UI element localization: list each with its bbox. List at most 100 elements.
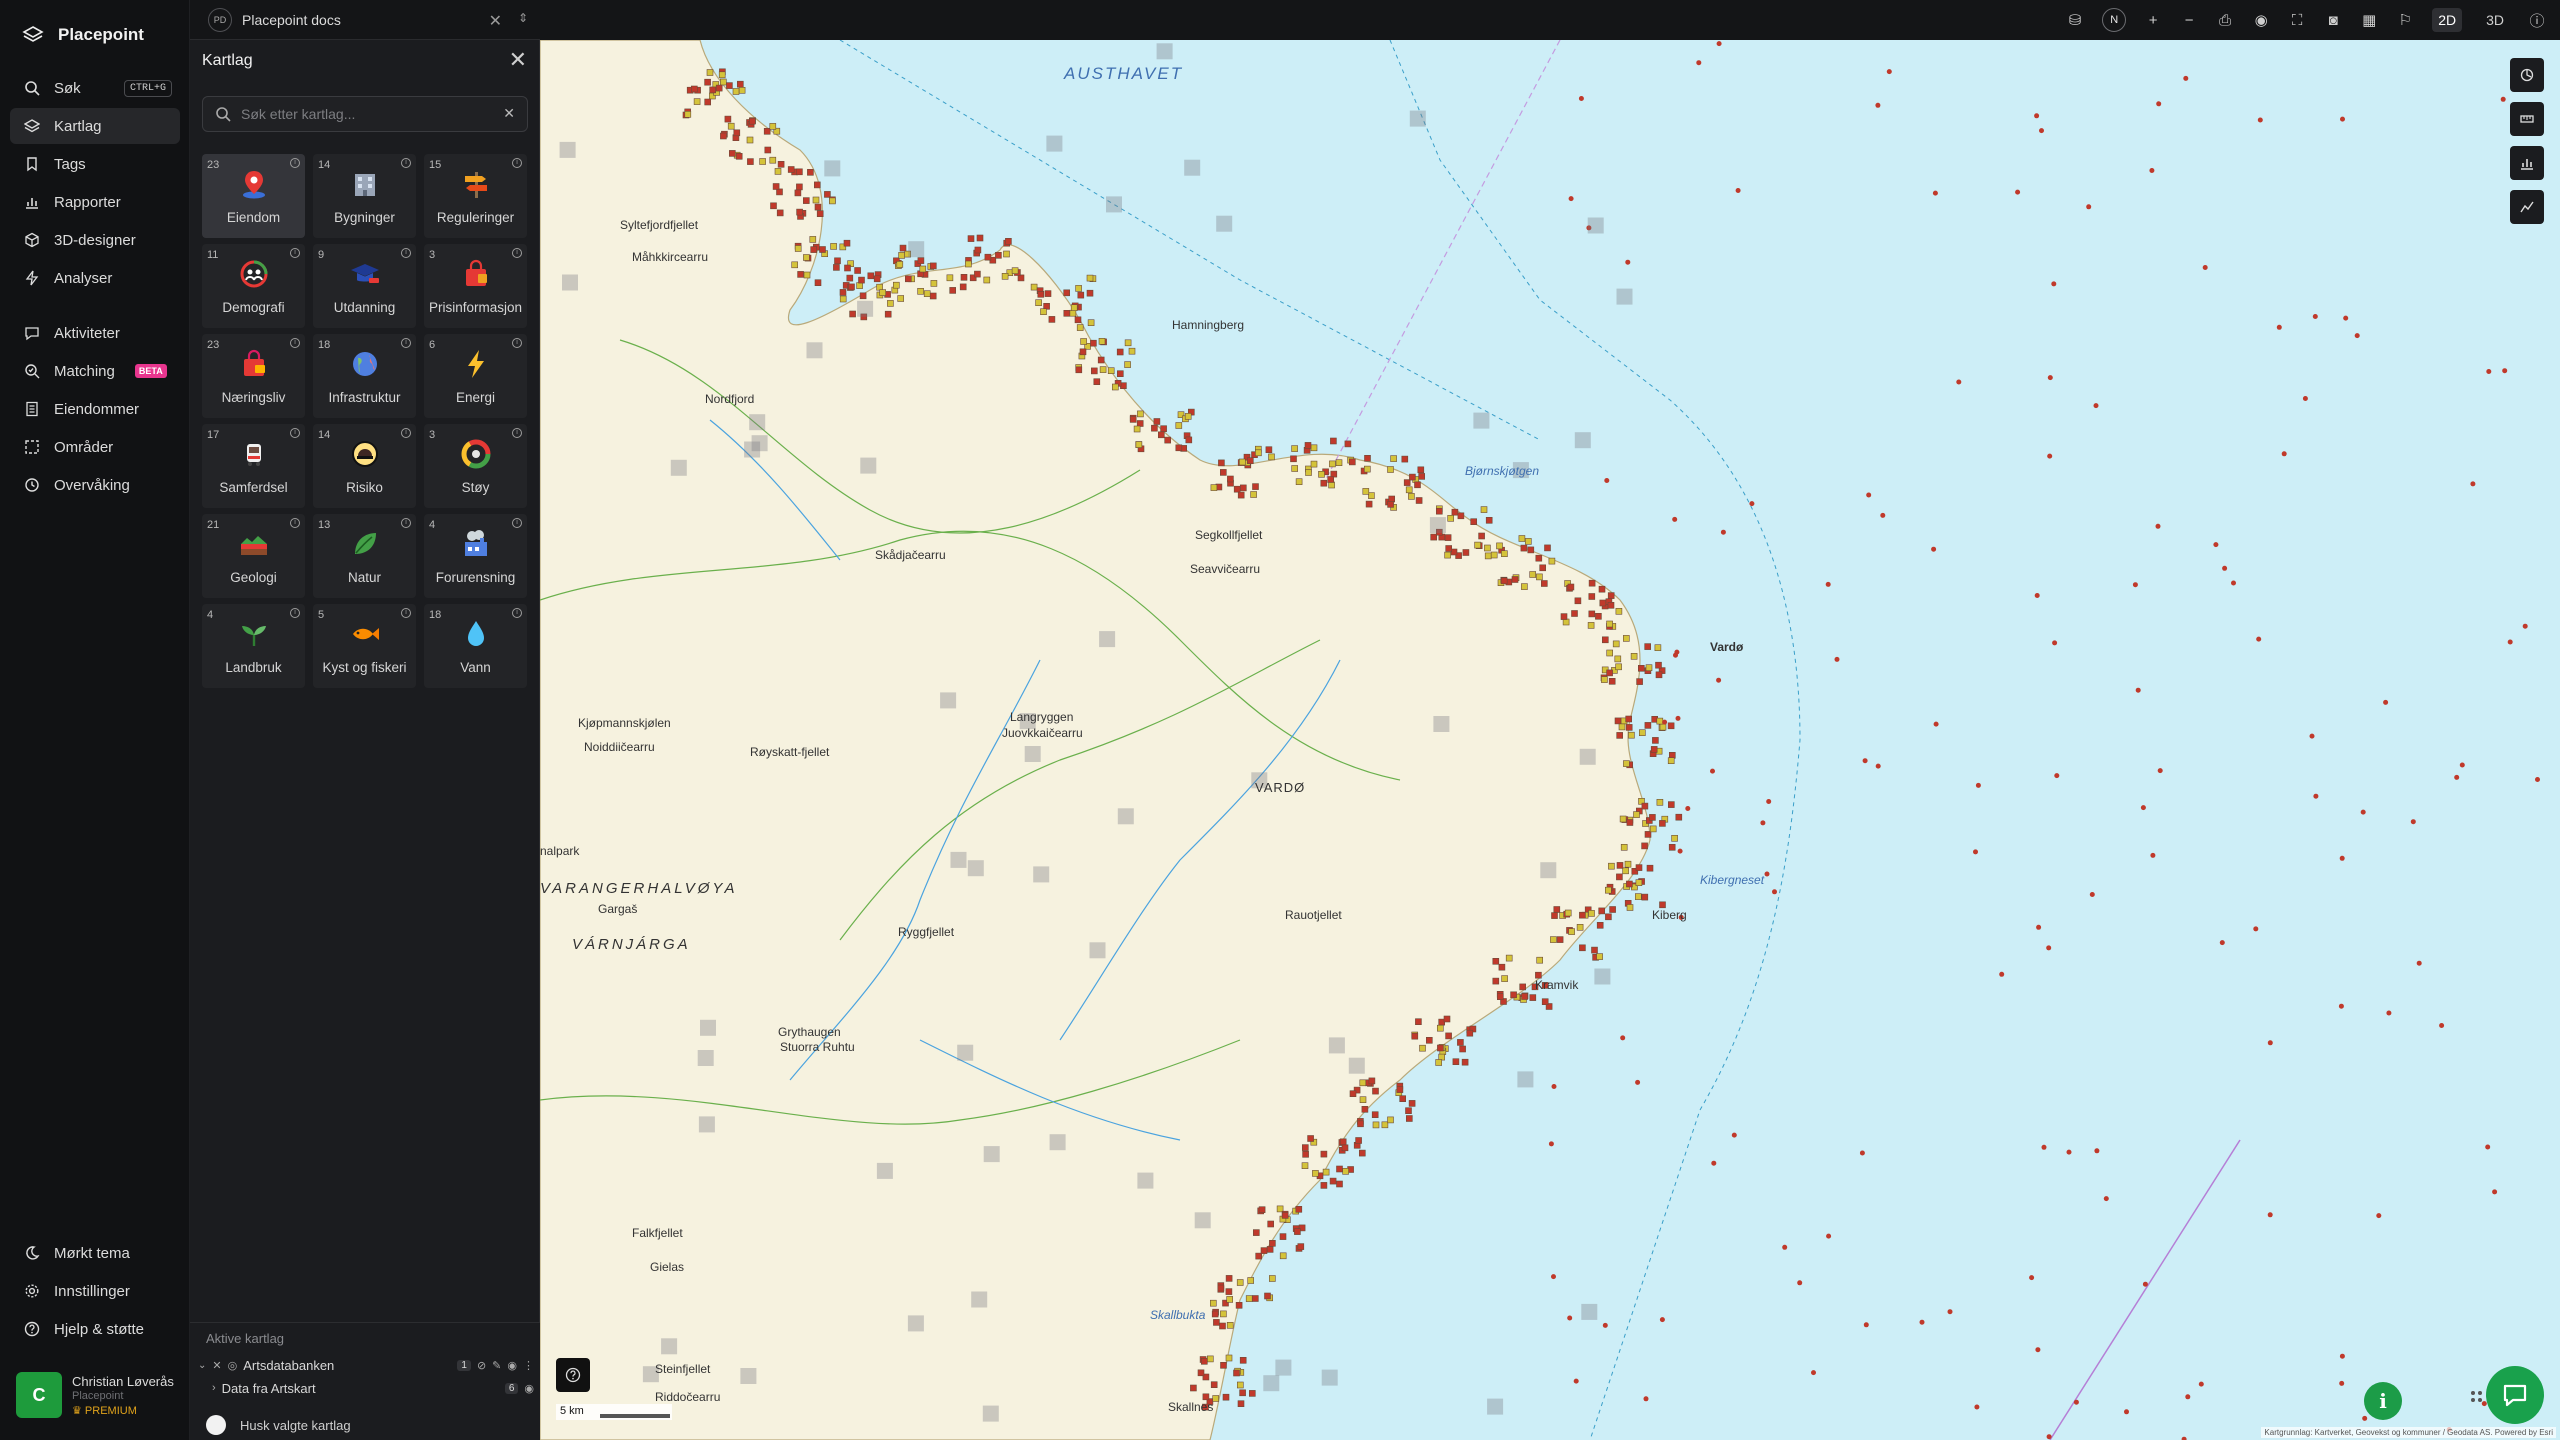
observation-point[interactable] xyxy=(2156,101,2162,107)
observation-point[interactable] xyxy=(1251,1295,1259,1302)
observation-point[interactable] xyxy=(1461,1058,1469,1066)
observation-point[interactable] xyxy=(796,168,803,176)
observation-point[interactable] xyxy=(1623,760,1630,767)
observation-point[interactable] xyxy=(813,181,821,189)
zoom-in-icon[interactable]: + xyxy=(2144,11,2162,29)
observation-point[interactable] xyxy=(2015,189,2021,195)
observation-point[interactable] xyxy=(1551,912,1558,919)
observation-point[interactable] xyxy=(1607,601,1615,609)
observation-point[interactable] xyxy=(1496,542,1503,550)
observation-point[interactable] xyxy=(1550,936,1557,943)
nav-settings[interactable]: Innstillinger xyxy=(10,1273,180,1309)
observation-point[interactable] xyxy=(1371,1111,1379,1118)
brand[interactable]: Placepoint xyxy=(22,20,144,50)
observation-point[interactable] xyxy=(1190,1384,1197,1392)
observation-point[interactable] xyxy=(1536,573,1543,581)
grid-cell[interactable] xyxy=(824,160,841,177)
grid-cell[interactable] xyxy=(983,1146,1000,1163)
observation-point[interactable] xyxy=(1524,538,1532,545)
observation-point[interactable] xyxy=(1457,512,1465,520)
observation-point[interactable] xyxy=(1639,729,1646,737)
observation-point[interactable] xyxy=(1470,518,1478,526)
grid-cell[interactable] xyxy=(1581,1303,1598,1320)
observation-point[interactable] xyxy=(1564,909,1572,917)
observation-point[interactable] xyxy=(1044,290,1052,297)
observation-point[interactable] xyxy=(727,122,735,130)
observation-point[interactable] xyxy=(2157,768,2163,774)
map-tool-measure[interactable] xyxy=(2510,58,2544,92)
observation-point[interactable] xyxy=(2089,892,2095,897)
observation-point[interactable] xyxy=(1625,259,1631,265)
observation-point[interactable] xyxy=(1875,102,1881,108)
observation-point[interactable] xyxy=(2522,623,2528,629)
observation-point[interactable] xyxy=(929,292,937,300)
observation-point[interactable] xyxy=(1608,677,1616,685)
observation-point[interactable] xyxy=(1447,514,1455,522)
grid-cell[interactable] xyxy=(1263,1375,1280,1392)
observation-point[interactable] xyxy=(2410,819,2416,825)
observation-point[interactable] xyxy=(1063,309,1071,317)
observation-point[interactable] xyxy=(2340,116,2345,122)
observation-point[interactable] xyxy=(2202,265,2208,270)
observation-point[interactable] xyxy=(2302,396,2308,401)
observation-point[interactable] xyxy=(1587,622,1595,629)
observation-point[interactable] xyxy=(1626,819,1634,826)
observation-point[interactable] xyxy=(839,289,847,296)
nav-search[interactable]: Søk CTRL+G xyxy=(10,70,180,106)
info-icon[interactable]: i xyxy=(290,248,300,258)
observation-point[interactable] xyxy=(720,78,727,86)
observation-point[interactable] xyxy=(2047,453,2053,459)
grid-cell[interactable] xyxy=(971,1291,988,1308)
observation-point[interactable] xyxy=(2470,481,2476,487)
grid-cell[interactable] xyxy=(1540,862,1557,879)
grid-cell[interactable] xyxy=(1216,215,1233,232)
observation-point[interactable] xyxy=(1644,831,1652,838)
grid-cell[interactable] xyxy=(1089,942,1106,959)
observation-point[interactable] xyxy=(770,202,777,210)
observation-point[interactable] xyxy=(830,243,837,250)
observation-point[interactable] xyxy=(797,271,804,278)
observation-point[interactable] xyxy=(974,270,981,278)
grid-cell[interactable] xyxy=(751,435,768,452)
observation-point[interactable] xyxy=(884,310,892,318)
observation-point[interactable] xyxy=(1184,413,1192,420)
observation-point[interactable] xyxy=(1625,715,1632,723)
observation-point[interactable] xyxy=(1766,799,1772,804)
observation-point[interactable] xyxy=(843,239,851,247)
observation-point[interactable] xyxy=(1711,1160,1717,1166)
info-icon[interactable]: i xyxy=(401,608,411,618)
compass-button[interactable]: N xyxy=(2102,8,2127,32)
observation-point[interactable] xyxy=(1595,612,1602,620)
observation-point[interactable] xyxy=(1445,545,1453,552)
close-icon[interactable]: ✕ xyxy=(509,49,527,71)
observation-point[interactable] xyxy=(1220,1362,1227,1369)
grid-cell[interactable] xyxy=(1046,135,1063,152)
observation-point[interactable] xyxy=(764,146,772,154)
observation-point[interactable] xyxy=(1760,820,1766,826)
observation-point[interactable] xyxy=(1459,1045,1466,1053)
observation-point[interactable] xyxy=(1048,316,1056,323)
category-utdanning[interactable]: 9 i Utdanning xyxy=(313,244,416,328)
observation-point[interactable] xyxy=(794,189,802,197)
observation-point[interactable] xyxy=(1667,757,1675,765)
observation-point[interactable] xyxy=(814,279,822,286)
observation-point[interactable] xyxy=(777,161,785,168)
observation-point[interactable] xyxy=(2339,1353,2345,1359)
observation-point[interactable] xyxy=(2034,593,2040,598)
observation-point[interactable] xyxy=(1269,1240,1276,1247)
observation-point[interactable] xyxy=(1659,820,1666,827)
observation-point[interactable] xyxy=(1548,557,1556,565)
observation-point[interactable] xyxy=(1826,1233,1832,1239)
observation-point[interactable] xyxy=(2046,945,2052,951)
observation-point[interactable] xyxy=(1128,347,1136,355)
camera-icon[interactable]: ◙ xyxy=(2324,11,2342,29)
info-icon[interactable]: i xyxy=(512,158,522,168)
observation-point[interactable] xyxy=(1268,453,1275,461)
observation-point[interactable] xyxy=(1578,96,1584,101)
grid-cell[interactable] xyxy=(1473,412,1490,429)
observation-point[interactable] xyxy=(1086,289,1094,297)
observation-point[interactable] xyxy=(1225,1354,1233,1362)
observation-point[interactable] xyxy=(1643,1396,1649,1402)
observation-point[interactable] xyxy=(704,78,711,86)
grid-cell[interactable] xyxy=(1033,866,1050,883)
